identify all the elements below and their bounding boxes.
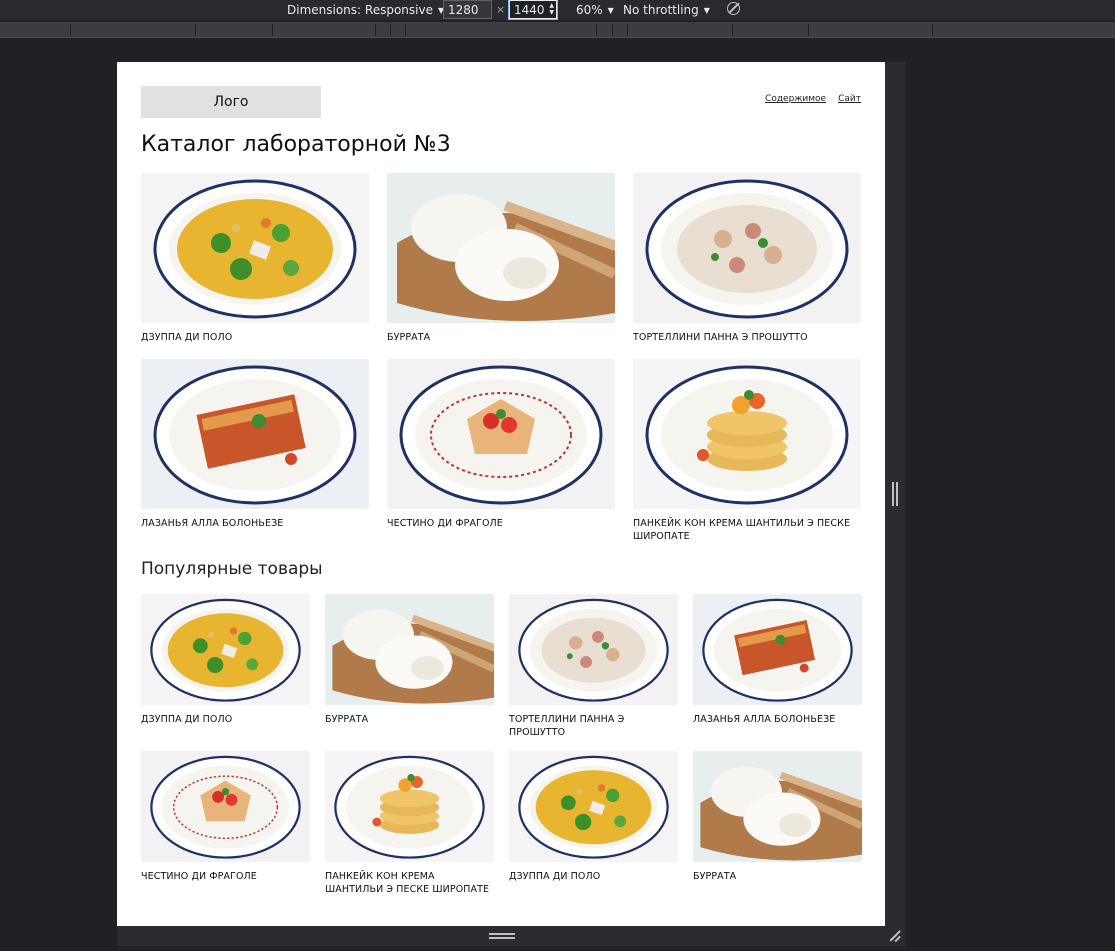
page-viewport: Лого Содержимое Сайт Каталог лабораторно… — [117, 62, 885, 926]
zoom-dropdown[interactable]: 60% ▼ — [576, 0, 614, 20]
product-card[interactable]: Тортеллини панна э прошутто — [633, 173, 861, 344]
product-name[interactable]: Тортеллини панна э прошутто — [509, 713, 678, 739]
product-name[interactable]: Панкейк кон крема шантильи э песке широп… — [633, 517, 861, 543]
caret-down-icon: ▼ — [703, 5, 710, 15]
product-image[interactable] — [141, 359, 369, 509]
product-name[interactable]: Дзуппа ди поло — [141, 331, 369, 344]
product-card[interactable]: Лазанья алла болоньезе — [141, 359, 369, 530]
product-name[interactable]: Честино ди фраголе — [141, 870, 310, 883]
product-image[interactable] — [325, 751, 494, 862]
resize-corner-icon[interactable] — [889, 930, 901, 942]
ruler-tick — [596, 24, 597, 36]
caret-down-icon: ▼ — [607, 5, 614, 15]
spinner-icon[interactable]: ▲ ▼ — [549, 2, 554, 16]
product-name[interactable]: Лазанья алла болоньезе — [693, 713, 862, 726]
product-card[interactable]: Честино ди фраголе — [141, 751, 310, 883]
height-value: 1440 — [514, 2, 545, 17]
ruler-tick — [612, 24, 613, 36]
product-card[interactable]: Буррата — [693, 751, 862, 883]
ruler-tick — [808, 24, 809, 36]
product-name[interactable]: Буррата — [387, 331, 615, 344]
product-image[interactable] — [141, 751, 310, 862]
times-sign: × — [496, 3, 506, 16]
product-image[interactable] — [325, 594, 494, 705]
ruler-tick — [195, 24, 196, 36]
dimensions-dropdown[interactable]: Dimensions: Responsive ▼ — [287, 0, 444, 20]
product-name[interactable]: Дзуппа ди поло — [509, 870, 678, 883]
product-name[interactable]: Буррата — [693, 870, 862, 883]
product-name[interactable]: Панкейк кон крема шантильи э песке широп… — [325, 870, 494, 896]
product-card[interactable]: Панкейк кон крема шантильи э песке широп… — [633, 359, 861, 543]
nav-link-content[interactable]: Содержимое — [765, 94, 826, 104]
product-card[interactable]: Буррата — [387, 173, 615, 344]
dimensions-label: Dimensions: Responsive — [287, 3, 433, 17]
product-image[interactable] — [693, 594, 862, 705]
product-name[interactable]: Тортеллини панна э прошутто — [633, 331, 861, 344]
ruler-tick — [732, 24, 733, 36]
nav-link-site[interactable]: Сайт — [838, 94, 861, 104]
ruler-tick — [272, 24, 273, 36]
product-image[interactable] — [693, 751, 862, 862]
product-card[interactable]: Тортеллини панна э прошутто — [509, 594, 678, 739]
product-image[interactable] — [387, 173, 615, 323]
zoom-label: 60% — [576, 3, 603, 17]
product-card[interactable]: Дзуппа ди поло — [141, 173, 369, 344]
width-value: 1280 — [448, 2, 479, 17]
ruler-tick — [70, 24, 71, 36]
product-image[interactable] — [141, 173, 369, 323]
rotate-icon[interactable] — [727, 2, 740, 15]
product-card[interactable]: Дзуппа ди поло — [509, 751, 678, 883]
product-image[interactable] — [633, 359, 861, 509]
product-card[interactable]: Буррата — [325, 594, 494, 726]
product-image[interactable] — [141, 594, 310, 705]
ruler-tick — [375, 24, 376, 36]
product-name[interactable]: Честино ди фраголе — [387, 517, 615, 530]
product-card[interactable]: Панкейк кон крема шантильи э песке широп… — [325, 751, 494, 896]
product-image[interactable] — [387, 359, 615, 509]
product-card[interactable]: Честино ди фраголе — [387, 359, 615, 530]
ruler-tick — [627, 24, 628, 36]
section-title-popular: Популярные товары — [141, 559, 323, 579]
height-input[interactable]: 1440 ▲ ▼ — [508, 0, 558, 20]
product-image[interactable] — [509, 751, 678, 862]
product-name[interactable]: Буррата — [325, 713, 494, 726]
resize-handle-bottom[interactable] — [489, 933, 515, 939]
page-title: Каталог лабораторной №3 — [141, 132, 451, 157]
product-card[interactable]: Лазанья алла болоньезе — [693, 594, 862, 726]
media-query-bar[interactable] — [0, 22, 1115, 38]
logo[interactable]: Лого — [141, 86, 321, 118]
ruler-tick — [390, 24, 391, 36]
resize-handle-right[interactable] — [892, 482, 898, 506]
product-card[interactable]: Дзуппа ди поло — [141, 594, 310, 726]
throttling-dropdown[interactable]: No throttling ▼ — [623, 0, 710, 20]
product-image[interactable] — [509, 594, 678, 705]
device-toolbar: Dimensions: Responsive ▼ 1280 × 1440 ▲ ▼ 60… — [0, 0, 1115, 20]
product-name[interactable]: Лазанья алла болоньезе — [141, 517, 369, 530]
throttling-label: No throttling — [623, 3, 699, 17]
product-name[interactable]: Дзуппа ди поло — [141, 713, 310, 726]
width-input[interactable]: 1280 — [443, 0, 492, 19]
ruler-tick — [932, 24, 933, 36]
product-image[interactable] — [633, 173, 861, 323]
top-nav: Содержимое Сайт — [765, 94, 861, 104]
ruler-tick — [405, 24, 406, 36]
